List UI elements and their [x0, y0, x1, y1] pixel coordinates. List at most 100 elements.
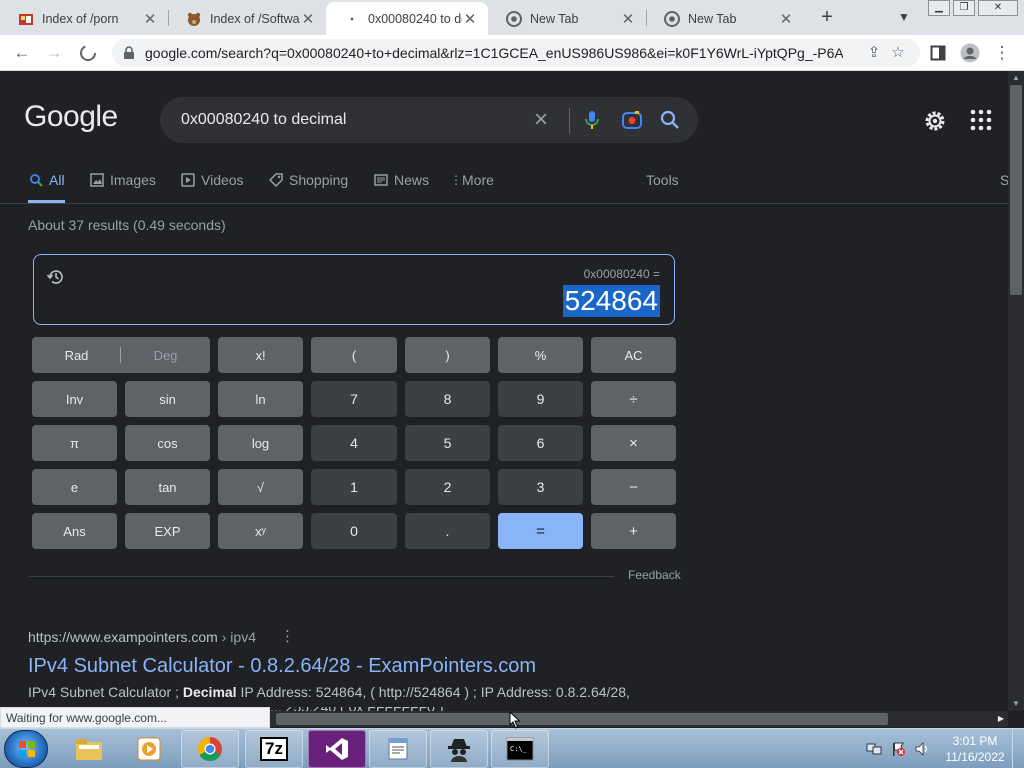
tab-close-icon[interactable]: ✕ [142, 10, 158, 28]
browser-menu-icon[interactable]: ⋮ [990, 41, 1014, 65]
result-title-link[interactable]: IPv4 Subnet Calculator - 0.8.2.64/28 - E… [28, 655, 536, 678]
search-icon[interactable] [658, 108, 682, 132]
key-multiply[interactable]: × [591, 425, 676, 461]
key-8[interactable]: 8 [405, 381, 490, 417]
key-7[interactable]: 7 [311, 381, 397, 417]
share-icon[interactable]: ⇪ [864, 43, 884, 63]
notepad-icon[interactable] [369, 730, 427, 768]
tab-search-chevron-icon[interactable]: ▼ [894, 7, 914, 27]
key-3[interactable]: 3 [498, 469, 583, 505]
key-ln[interactable]: ln [218, 381, 303, 417]
key-open-paren[interactable]: ( [311, 337, 397, 373]
horizontal-scrollbar[interactable]: ▶ [270, 711, 1008, 727]
key-equals[interactable]: = [498, 513, 583, 549]
feedback-link[interactable]: Feedback [628, 568, 681, 582]
tab-more[interactable]: ⋮ More [450, 166, 494, 203]
key-all-clear[interactable]: AC [591, 337, 676, 373]
key-subtract[interactable]: − [591, 469, 676, 505]
vertical-scroll-thumb[interactable] [1010, 85, 1022, 295]
visual-studio-icon[interactable] [308, 730, 366, 768]
clear-search-icon[interactable]: × [529, 108, 553, 132]
key-inv[interactable]: Inv [32, 381, 117, 417]
tools-button[interactable]: Tools [646, 166, 679, 203]
tab-close-icon[interactable]: ✕ [462, 10, 478, 28]
action-center-flag-icon[interactable] [890, 741, 906, 757]
tab-images[interactable]: Images [89, 166, 156, 203]
key-e[interactable]: e [32, 469, 117, 505]
tab-close-icon[interactable]: ✕ [778, 10, 794, 28]
explorer-icon[interactable] [60, 730, 118, 768]
key-6[interactable]: 6 [498, 425, 583, 461]
spy-icon[interactable] [430, 730, 488, 768]
key-sqrt[interactable]: √ [218, 469, 303, 505]
cmd-icon[interactable]: C:\_ [491, 730, 549, 768]
7zip-icon[interactable]: 7z [245, 730, 303, 768]
browser-tab-active-search[interactable]: 0x00080240 to decimal ✕ [326, 2, 488, 35]
key-ans[interactable]: Ans [32, 513, 117, 549]
google-lens-icon[interactable] [620, 108, 644, 132]
history-icon[interactable] [46, 267, 66, 287]
close-window-button[interactable]: ✕ [978, 0, 1018, 16]
search-box[interactable]: 0x00080240 to decimal × [160, 97, 698, 143]
calculator-result[interactable]: 524864 [562, 285, 660, 317]
key-cos[interactable]: cos [125, 425, 210, 461]
side-panel-icon[interactable] [926, 41, 950, 65]
network-icon[interactable] [866, 741, 882, 757]
google-logo[interactable]: Google [24, 100, 118, 134]
key-9[interactable]: 9 [498, 381, 583, 417]
browser-tab-index-software[interactable]: Index of /Software ✕ [168, 2, 326, 35]
vertical-scrollbar[interactable]: ▲ ▼ [1008, 71, 1024, 711]
search-input[interactable]: 0x00080240 to decimal [181, 111, 346, 129]
scroll-up-arrow-icon[interactable]: ▲ [1008, 71, 1024, 85]
tab-all[interactable]: All [28, 166, 65, 203]
key-log[interactable]: log [218, 425, 303, 461]
rad-deg-toggle[interactable]: Rad Deg [32, 337, 210, 373]
key-sin[interactable]: sin [125, 381, 210, 417]
tab-shopping[interactable]: Shopping [268, 166, 348, 203]
scroll-down-arrow-icon[interactable]: ▼ [1008, 697, 1024, 711]
tab-close-icon[interactable]: ✕ [620, 10, 636, 28]
browser-tab-index-porn[interactable]: Index of /porn ✕ [0, 2, 168, 35]
key-pi[interactable]: π [32, 425, 117, 461]
address-bar[interactable]: google.com/search?q=0x00080240+to+decima… [112, 39, 920, 67]
url-text[interactable]: google.com/search?q=0x00080240+to+decima… [145, 45, 843, 61]
maximize-button[interactable]: ❐ [953, 0, 975, 16]
profile-avatar-icon[interactable] [958, 41, 982, 65]
key-0[interactable]: 0 [311, 513, 397, 549]
key-decimal-point[interactable]: . [405, 513, 490, 549]
chrome-taskbar-icon[interactable] [181, 730, 239, 768]
scroll-right-arrow-icon[interactable]: ▶ [994, 711, 1008, 727]
lock-icon[interactable] [122, 46, 136, 60]
microphone-icon[interactable] [580, 108, 604, 132]
key-exp[interactable]: EXP [125, 513, 210, 549]
result-cite[interactable]: https://www.exampointers.com › ipv4 [28, 629, 256, 645]
settings-gear-icon[interactable] [922, 108, 948, 134]
back-arrow-icon[interactable]: ← [10, 41, 34, 65]
key-4[interactable]: 4 [311, 425, 397, 461]
google-apps-grid-icon[interactable] [970, 109, 992, 131]
tab-close-icon[interactable]: ✕ [300, 10, 316, 28]
stop-loading-icon[interactable] [76, 41, 100, 65]
deg-button[interactable]: Deg [121, 337, 210, 373]
key-5[interactable]: 5 [405, 425, 490, 461]
rad-button[interactable]: Rad [32, 337, 121, 373]
new-tab-button[interactable]: + [815, 6, 839, 28]
show-desktop-button[interactable] [1012, 729, 1024, 768]
key-1[interactable]: 1 [311, 469, 397, 505]
key-close-paren[interactable]: ) [405, 337, 490, 373]
volume-icon[interactable] [914, 741, 930, 757]
bookmark-star-icon[interactable]: ☆ [888, 43, 908, 63]
forward-arrow-icon[interactable]: → [42, 41, 66, 65]
horizontal-scroll-thumb[interactable] [276, 713, 888, 725]
browser-tab-new-tab-2[interactable]: New Tab ✕ [646, 2, 804, 35]
clock-time[interactable]: 3:01 PM [948, 734, 1002, 748]
minimize-button[interactable]: ▁ [928, 0, 950, 16]
result-more-vert-icon[interactable]: ⋮ [280, 629, 295, 645]
key-tan[interactable]: tan [125, 469, 210, 505]
media-player-icon[interactable] [120, 730, 178, 768]
start-button[interactable] [4, 730, 48, 768]
key-factorial[interactable]: x! [218, 337, 303, 373]
key-percent[interactable]: % [498, 337, 583, 373]
key-2[interactable]: 2 [405, 469, 490, 505]
browser-tab-new-tab-1[interactable]: New Tab ✕ [488, 2, 646, 35]
